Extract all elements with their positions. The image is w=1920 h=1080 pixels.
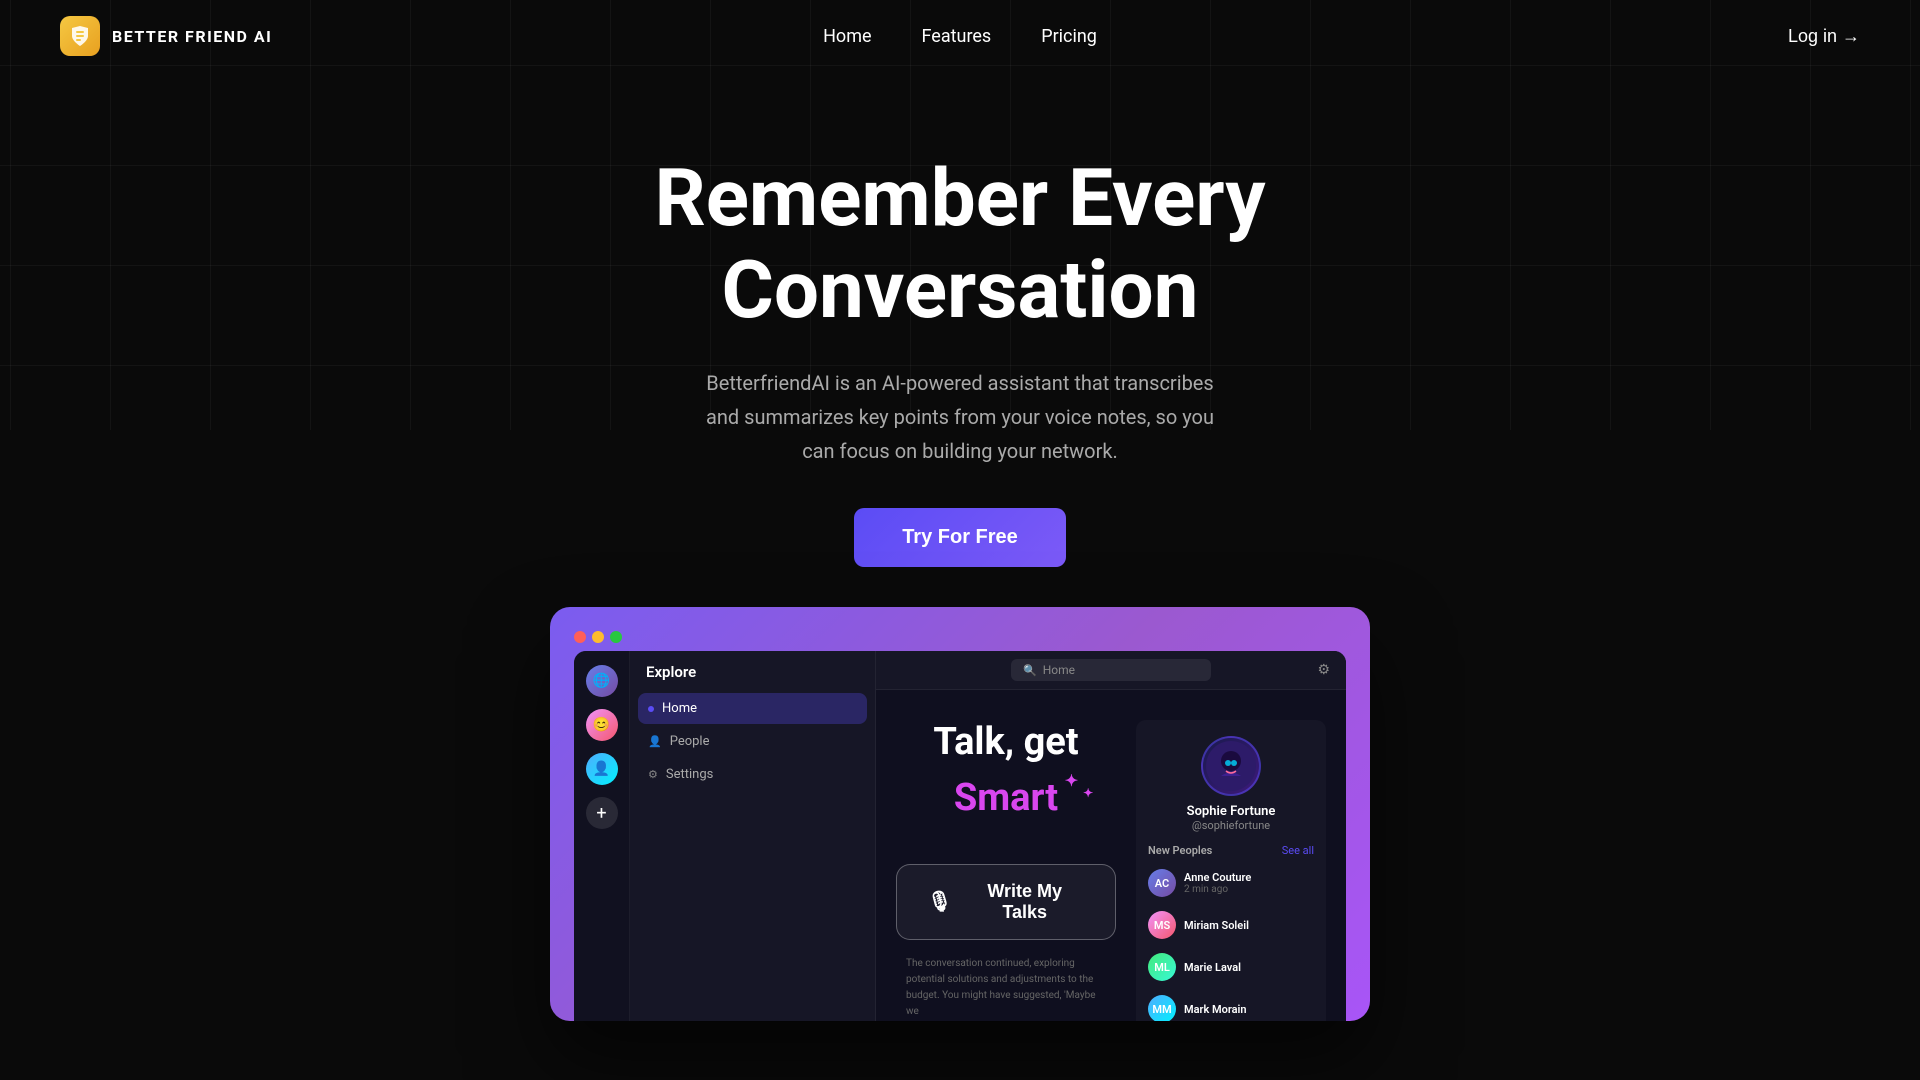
logo-text: BETTER FRIEND AI (112, 27, 272, 46)
sidebar-nav-home[interactable]: Home (638, 693, 867, 724)
profile-handle: @sophiefortune (1148, 819, 1314, 832)
talk-title: Talk, get (933, 720, 1078, 766)
people-list: AC Anne Couture 2 min ago MS Miriam Sole… (1148, 865, 1314, 1021)
profile-panel: Sophie Fortune @sophiefortune New People… (1136, 720, 1326, 1021)
profile-avatar (1201, 736, 1261, 796)
people-icon: 👤 (648, 735, 662, 748)
app-preview-wrapper: 🌐 😊 👤 + Explore Home 👤 People (550, 607, 1370, 1021)
people-avatar-3[interactable]: ML (1148, 953, 1176, 981)
write-talks-label: Write My Talks (964, 881, 1085, 923)
text-preview-line1: The conversation continued, exploring po… (906, 956, 1106, 1020)
nav-dot-home (648, 706, 654, 712)
text-preview: The conversation continued, exploring po… (896, 956, 1116, 1021)
gear-icon[interactable]: ⚙ (1317, 662, 1330, 678)
nav-features[interactable]: Features (922, 26, 992, 47)
main-body: Talk, get Smart ✦ ✦ 🎙 Write My Talks (876, 690, 1346, 1021)
main-nav: Home Features Pricing (823, 26, 1097, 47)
profile-name: Sophie Fortune (1148, 804, 1314, 819)
add-button[interactable]: + (586, 797, 618, 829)
sidebar-nav-settings[interactable]: ⚙ Settings (638, 759, 867, 790)
sidebar-people-label: People (670, 734, 710, 749)
cta-button[interactable]: Try For Free (854, 508, 1066, 567)
login-button[interactable]: Log in → (1788, 26, 1860, 47)
nav-pricing[interactable]: Pricing (1041, 26, 1097, 47)
write-talks-button[interactable]: 🎙 Write My Talks (896, 864, 1116, 940)
people-info-4: Mark Morain (1184, 1003, 1314, 1016)
people-info-1: Anne Couture 2 min ago (1184, 871, 1314, 895)
people-avatar-2[interactable]: MS (1148, 911, 1176, 939)
talk-section: Talk, get Smart ✦ ✦ 🎙 Write My Talks (896, 720, 1116, 1021)
hero-subtitle: BetterfriendAI is an AI-powered assistan… (700, 366, 1220, 468)
header: BETTER FRIEND AI Home Features Pricing L… (0, 0, 1920, 72)
people-info-2: Miriam Soleil (1184, 919, 1314, 932)
main-titlebar: 🔍 Home ⚙ (876, 651, 1346, 690)
people-info-3: Marie Laval (1184, 961, 1314, 974)
sidebar-home-label: Home (662, 701, 697, 716)
hero-title: Remember Every Conversation (0, 152, 1920, 336)
app-frame: 🌐 😊 👤 + Explore Home 👤 People (550, 607, 1370, 1021)
traffic-light-green[interactable] (610, 631, 622, 643)
search-icon: 🔍 (1023, 664, 1037, 677)
sidebar-nav: Explore Home 👤 People ⚙ Settings (630, 651, 876, 1021)
talk-subtitle: Smart ✦ ✦ (954, 776, 1058, 820)
settings-icon: ⚙ (648, 768, 658, 781)
profile-avatar-wrapper: Sophie Fortune @sophiefortune (1148, 736, 1314, 832)
people-name-2: Miriam Soleil (1184, 919, 1314, 932)
people-avatar-4[interactable]: MM (1148, 995, 1176, 1021)
app-window: 🌐 😊 👤 + Explore Home 👤 People (574, 651, 1346, 1021)
traffic-light-yellow[interactable] (592, 631, 604, 643)
sidebar-icon-column: 🌐 😊 👤 + (574, 651, 630, 1021)
main-content-area: 🔍 Home ⚙ Talk, get Smart (876, 651, 1346, 1021)
avatar-1[interactable]: 🌐 (586, 665, 618, 697)
logo[interactable]: BETTER FRIEND AI (60, 16, 272, 56)
people-name-3: Marie Laval (1184, 961, 1314, 974)
hero-title-line1: Remember Every (654, 151, 1265, 245)
people-avatar-1[interactable]: AC (1148, 869, 1176, 897)
hero-section: Remember Every Conversation Betterfriend… (0, 72, 1920, 567)
search-label: Home (1043, 663, 1075, 677)
sidebar-settings-label: Settings (666, 767, 713, 782)
hero-title-line2: Conversation (722, 243, 1199, 337)
traffic-light-red[interactable] (574, 631, 586, 643)
sidebar-explore-label: Explore (630, 651, 875, 693)
sidebar-nav-people[interactable]: 👤 People (638, 726, 867, 757)
people-time-1: 2 min ago (1184, 884, 1314, 895)
peoples-header: New Peoples See all (1148, 844, 1314, 857)
new-peoples-label: New Peoples (1148, 844, 1212, 857)
search-bar[interactable]: 🔍 Home (1011, 659, 1211, 681)
avatar-3[interactable]: 👤 (586, 753, 618, 785)
nav-home[interactable]: Home (823, 26, 871, 47)
people-name-4: Mark Morain (1184, 1003, 1314, 1016)
people-item-2: MS Miriam Soleil (1148, 907, 1314, 943)
sparkle-icon: ✦ (1065, 771, 1078, 790)
avatar-2[interactable]: 😊 (586, 709, 618, 741)
see-all-link[interactable]: See all (1282, 844, 1314, 857)
mic-icon: 🎙 (927, 889, 952, 914)
sparkle2-icon: ✦ (1083, 786, 1093, 800)
people-item: AC Anne Couture 2 min ago (1148, 865, 1314, 901)
people-item-4: MM Mark Morain (1148, 991, 1314, 1021)
logo-icon (60, 16, 100, 56)
people-name-1: Anne Couture (1184, 871, 1314, 884)
people-item-3: ML Marie Laval (1148, 949, 1314, 985)
